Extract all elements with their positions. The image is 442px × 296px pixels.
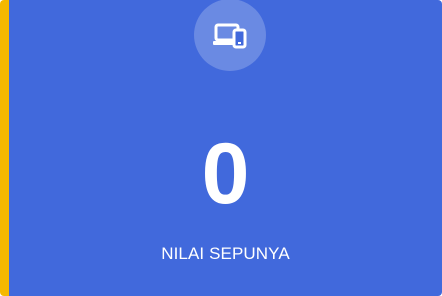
devices-icon bbox=[212, 21, 248, 49]
stat-card: 0 NILAI SEPUNYA bbox=[0, 0, 442, 296]
icon-badge bbox=[194, 0, 266, 71]
stat-label: NILAI SEPUNYA bbox=[161, 244, 290, 263]
stat-value: 0 bbox=[201, 126, 250, 222]
